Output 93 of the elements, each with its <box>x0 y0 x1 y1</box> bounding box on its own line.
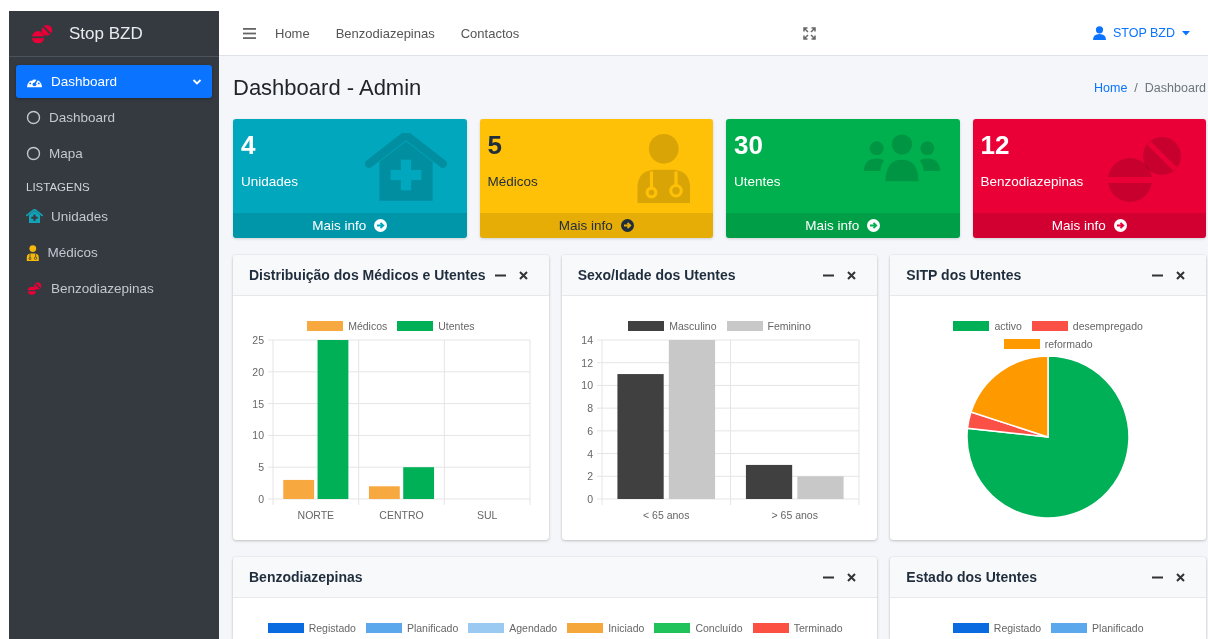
axis-tick-label: 15 <box>252 397 265 410</box>
stat-label: Unidades <box>241 174 299 189</box>
axis-category-label: < 65 anos <box>643 509 690 521</box>
nav-link[interactable]: Benzodiazepinas <box>322 25 448 41</box>
axis-tick-label: 10 <box>252 429 265 442</box>
axis-tick-label: 10 <box>581 379 593 392</box>
stat-value: 12 <box>980 129 1010 161</box>
arrow-circle-icon <box>620 219 634 232</box>
page-title: Dashboard - Admin <box>233 74 422 101</box>
user-menu[interactable]: STOP BZD <box>1086 25 1196 41</box>
bar <box>283 479 315 499</box>
close-icon <box>846 571 858 583</box>
axis-tick-label: 14 <box>581 334 593 346</box>
bar <box>403 467 435 499</box>
legend-label: desempregado <box>1072 319 1143 333</box>
legend-label: Utentes <box>438 319 475 333</box>
panel-title: SITP dos Utentes <box>906 267 1023 283</box>
axis-tick-label: 25 <box>252 334 265 346</box>
close-icon <box>1175 269 1186 281</box>
nav-link[interactable]: Home <box>262 25 323 41</box>
more-info-link[interactable]: Mais info <box>479 213 713 238</box>
axis-tick-label: 2 <box>587 470 593 483</box>
arrow-circle-icon <box>374 219 388 232</box>
panel-title: Benzodiazepinas <box>249 569 364 585</box>
legend-label: activo <box>994 319 1022 333</box>
bar <box>745 464 793 499</box>
axis-tick-label: 5 <box>258 461 265 474</box>
stat-value: 30 <box>734 129 763 161</box>
axis-category-label: NORTE <box>297 509 335 521</box>
house-icon <box>26 209 43 224</box>
legend-label: Registado <box>993 621 1042 635</box>
more-info-link[interactable]: Mais info <box>726 213 960 238</box>
panel-title: Distribuição dos Médicos e Utentes <box>249 267 487 283</box>
expand-icon <box>803 26 817 40</box>
menu-icon <box>243 27 256 39</box>
section-header: LISTAGENS <box>25 180 91 195</box>
axis-tick-label: 8 <box>587 402 593 415</box>
sidebar-item[interactable]: Médicos <box>16 236 212 269</box>
axis-tick-label: 6 <box>587 424 593 437</box>
sidebar-item[interactable]: Mapa <box>16 137 212 170</box>
legend-label: Terminado <box>793 621 843 635</box>
sidebar-item[interactable]: Unidades <box>16 200 212 233</box>
axis-tick-label: 12 <box>581 356 593 369</box>
close-icon <box>1175 571 1186 583</box>
legend-label: Concluído <box>695 621 743 635</box>
stat-label: Utentes <box>734 174 781 189</box>
logo-icon <box>29 23 55 44</box>
legend-label: Planificado <box>406 621 459 635</box>
stat-value: 5 <box>487 129 502 161</box>
arrow-circle-icon <box>1113 219 1127 232</box>
legend-label: Agendado <box>509 621 558 635</box>
axis-tick-label: 0 <box>258 493 265 505</box>
sidebar-item[interactable]: Dashboard <box>16 65 212 98</box>
axis-tick-label: 20 <box>252 365 265 378</box>
axis-tick-label: 4 <box>587 447 593 460</box>
bar <box>369 486 401 499</box>
pills-icon <box>26 282 43 295</box>
legend-label: Feminino <box>767 319 811 333</box>
sidebar-item[interactable]: Dashboard <box>16 101 212 134</box>
legend-label: Iniciado <box>608 621 645 635</box>
brand-name[interactable]: Stop BZD <box>69 23 143 44</box>
legend-label: Planificado <box>1092 621 1144 635</box>
circle-icon <box>26 146 41 161</box>
breadcrumb-separator: / <box>1134 80 1138 95</box>
close-icon <box>517 269 529 281</box>
axis-tick-label: 0 <box>587 493 593 505</box>
nav-link[interactable]: Contactos <box>447 25 533 41</box>
panel-title: Estado dos Utentes <box>906 569 1039 585</box>
sidebar-item[interactable]: Benzodiazepinas <box>16 272 212 305</box>
circle-icon <box>26 110 41 125</box>
arrow-circle-icon <box>867 219 881 232</box>
breadcrumb-current: Dashboard <box>1144 80 1206 95</box>
stat-value: 4 <box>241 129 256 161</box>
house-icon <box>364 133 447 203</box>
breadcrumb-link[interactable]: Home <box>1094 80 1128 95</box>
bar <box>797 476 844 499</box>
caret-icon <box>1182 30 1190 36</box>
doctor-icon <box>26 244 40 261</box>
axis-category-label: SUL <box>477 509 498 521</box>
axis-category-label: > 65 anos <box>771 509 818 521</box>
people-icon <box>863 133 940 184</box>
legend-label: Registado <box>308 621 356 635</box>
more-info-link[interactable]: Mais info <box>972 213 1206 238</box>
stat-label: Médicos <box>487 174 538 189</box>
panel-title: Sexo/Idade dos Utentes <box>577 267 737 283</box>
stat-label: Benzodiazepinas <box>980 174 1084 189</box>
axis-category-label: CENTRO <box>379 509 424 521</box>
legend-label: Médicos <box>348 319 388 333</box>
close-icon <box>846 269 858 281</box>
more-info-link[interactable]: Mais info <box>233 213 467 238</box>
legend-label: Masculino <box>669 319 717 333</box>
legend-label: reformado <box>1044 337 1093 351</box>
user-icon <box>1092 26 1106 40</box>
